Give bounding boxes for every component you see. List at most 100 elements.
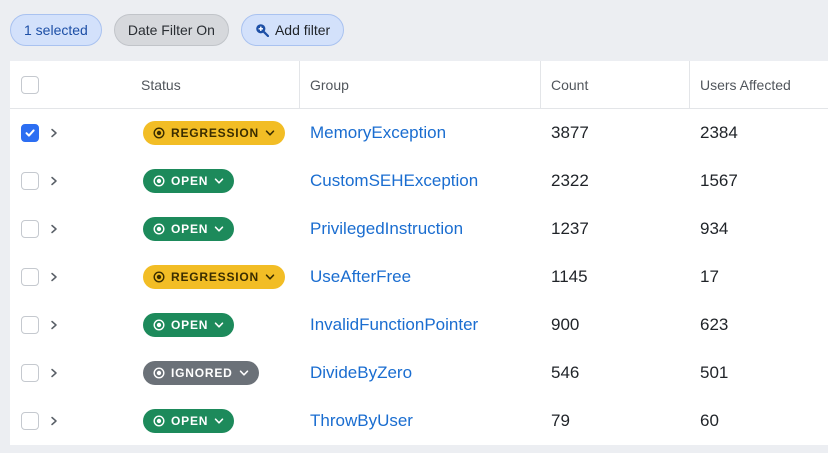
table-row: REGRESSION MemoryException 3877 2384	[10, 109, 828, 157]
count-cell: 79	[551, 397, 570, 445]
status-cell: OPEN	[143, 397, 235, 445]
count-cell: 1237	[551, 205, 589, 253]
column-header-users-affected[interactable]: Users Affected	[689, 61, 828, 109]
status-cell: OPEN	[143, 157, 235, 205]
row-select-cell	[21, 349, 39, 397]
group-cell: ThrowByUser	[310, 397, 413, 445]
group-link[interactable]: PrivilegedInstruction	[310, 219, 463, 239]
status-dot-icon	[153, 271, 165, 283]
status-label: REGRESSION	[171, 126, 260, 140]
status-dot-icon	[153, 415, 165, 427]
chevron-down-icon	[265, 274, 275, 280]
users-affected-cell: 501	[700, 349, 728, 397]
filter-bar: 1 selected Date Filter On Add filter	[10, 14, 345, 46]
table-row: REGRESSION UseAfterFree 1145 17	[10, 253, 828, 301]
status-label: OPEN	[171, 174, 209, 188]
row-select-cell	[21, 397, 39, 445]
status-dot-icon	[153, 223, 165, 235]
status-badge[interactable]: OPEN	[143, 169, 235, 193]
status-dot-icon	[153, 367, 165, 379]
expand-row-icon[interactable]	[49, 157, 59, 205]
users-affected-cell: 2384	[700, 109, 738, 157]
expand-row-icon[interactable]	[49, 253, 59, 301]
status-badge[interactable]: REGRESSION	[143, 121, 286, 145]
table-row: OPEN ThrowByUser 79 60	[10, 397, 828, 445]
add-filter-label: Add filter	[274, 22, 331, 38]
add-filter-button[interactable]: Add filter	[240, 14, 345, 46]
row-checkbox[interactable]	[21, 124, 39, 142]
status-label: OPEN	[171, 414, 209, 428]
status-badge[interactable]: REGRESSION	[143, 265, 286, 289]
users-affected-cell: 1567	[700, 157, 738, 205]
expand-row-icon[interactable]	[49, 301, 59, 349]
row-select-cell	[21, 109, 39, 157]
group-link[interactable]: UseAfterFree	[310, 267, 411, 287]
count-value: 79	[551, 411, 570, 430]
expand-row-icon[interactable]	[49, 349, 59, 397]
count-cell: 546	[551, 349, 579, 397]
table-header: Status Group Count Users Affected	[10, 61, 828, 109]
row-select-cell	[21, 301, 39, 349]
status-label: REGRESSION	[171, 270, 260, 284]
count-value: 1237	[551, 219, 589, 238]
status-cell: REGRESSION	[143, 109, 286, 157]
column-header-group[interactable]: Group	[299, 61, 540, 109]
status-badge[interactable]: OPEN	[143, 217, 235, 241]
group-cell: InvalidFunctionPointer	[310, 301, 478, 349]
expand-row-icon[interactable]	[49, 109, 59, 157]
expand-row-icon[interactable]	[49, 397, 59, 445]
status-dot-icon	[153, 319, 165, 331]
status-label: OPEN	[171, 222, 209, 236]
chevron-down-icon	[214, 178, 224, 184]
group-link[interactable]: ThrowByUser	[310, 411, 413, 431]
selected-count-chip[interactable]: 1 selected	[10, 14, 102, 46]
date-filter-chip[interactable]: Date Filter On	[113, 14, 229, 46]
count-cell: 2322	[551, 157, 589, 205]
row-select-cell	[21, 205, 39, 253]
status-label: OPEN	[171, 318, 209, 332]
count-value: 3877	[551, 123, 589, 142]
column-header-status[interactable]: Status	[141, 61, 181, 109]
users-affected-value: 934	[700, 219, 729, 238]
users-affected-cell: 17	[700, 253, 719, 301]
row-checkbox[interactable]	[21, 412, 39, 430]
users-affected-cell: 60	[700, 397, 719, 445]
row-checkbox[interactable]	[21, 172, 39, 190]
table-row: OPEN PrivilegedInstruction 1237 934	[10, 205, 828, 253]
status-badge[interactable]: OPEN	[143, 313, 235, 337]
count-cell: 3877	[551, 109, 589, 157]
count-cell: 1145	[551, 253, 588, 301]
select-all-checkbox[interactable]	[21, 76, 39, 94]
count-cell: 900	[551, 301, 579, 349]
status-dot-icon	[153, 175, 165, 187]
users-affected-value: 623	[700, 315, 729, 334]
status-badge[interactable]: OPEN	[143, 409, 235, 433]
expand-row-icon[interactable]	[49, 205, 59, 253]
status-dot-icon	[153, 127, 165, 139]
row-checkbox[interactable]	[21, 364, 39, 382]
search-plus-icon	[255, 23, 269, 37]
status-cell: REGRESSION	[143, 253, 286, 301]
row-select-cell	[21, 253, 39, 301]
table-row: OPEN CustomSEHException 2322 1567	[10, 157, 828, 205]
row-select-cell	[21, 157, 39, 205]
users-affected-value: 1567	[700, 171, 738, 190]
row-checkbox[interactable]	[21, 220, 39, 238]
group-cell: CustomSEHException	[310, 157, 478, 205]
date-filter-label: Date Filter On	[127, 22, 215, 38]
status-cell: OPEN	[143, 205, 235, 253]
users-affected-cell: 623	[700, 301, 728, 349]
column-header-count[interactable]: Count	[540, 61, 689, 109]
count-value: 900	[551, 315, 580, 334]
status-badge[interactable]: IGNORED	[143, 361, 259, 385]
chevron-down-icon	[214, 226, 224, 232]
row-checkbox[interactable]	[21, 316, 39, 334]
group-link[interactable]: MemoryException	[310, 123, 446, 143]
status-cell: OPEN	[143, 301, 235, 349]
group-link[interactable]: InvalidFunctionPointer	[310, 315, 478, 335]
group-link[interactable]: CustomSEHException	[310, 171, 478, 191]
status-label: IGNORED	[171, 366, 233, 380]
status-cell: IGNORED	[143, 349, 259, 397]
row-checkbox[interactable]	[21, 268, 39, 286]
group-link[interactable]: DivideByZero	[310, 363, 412, 383]
